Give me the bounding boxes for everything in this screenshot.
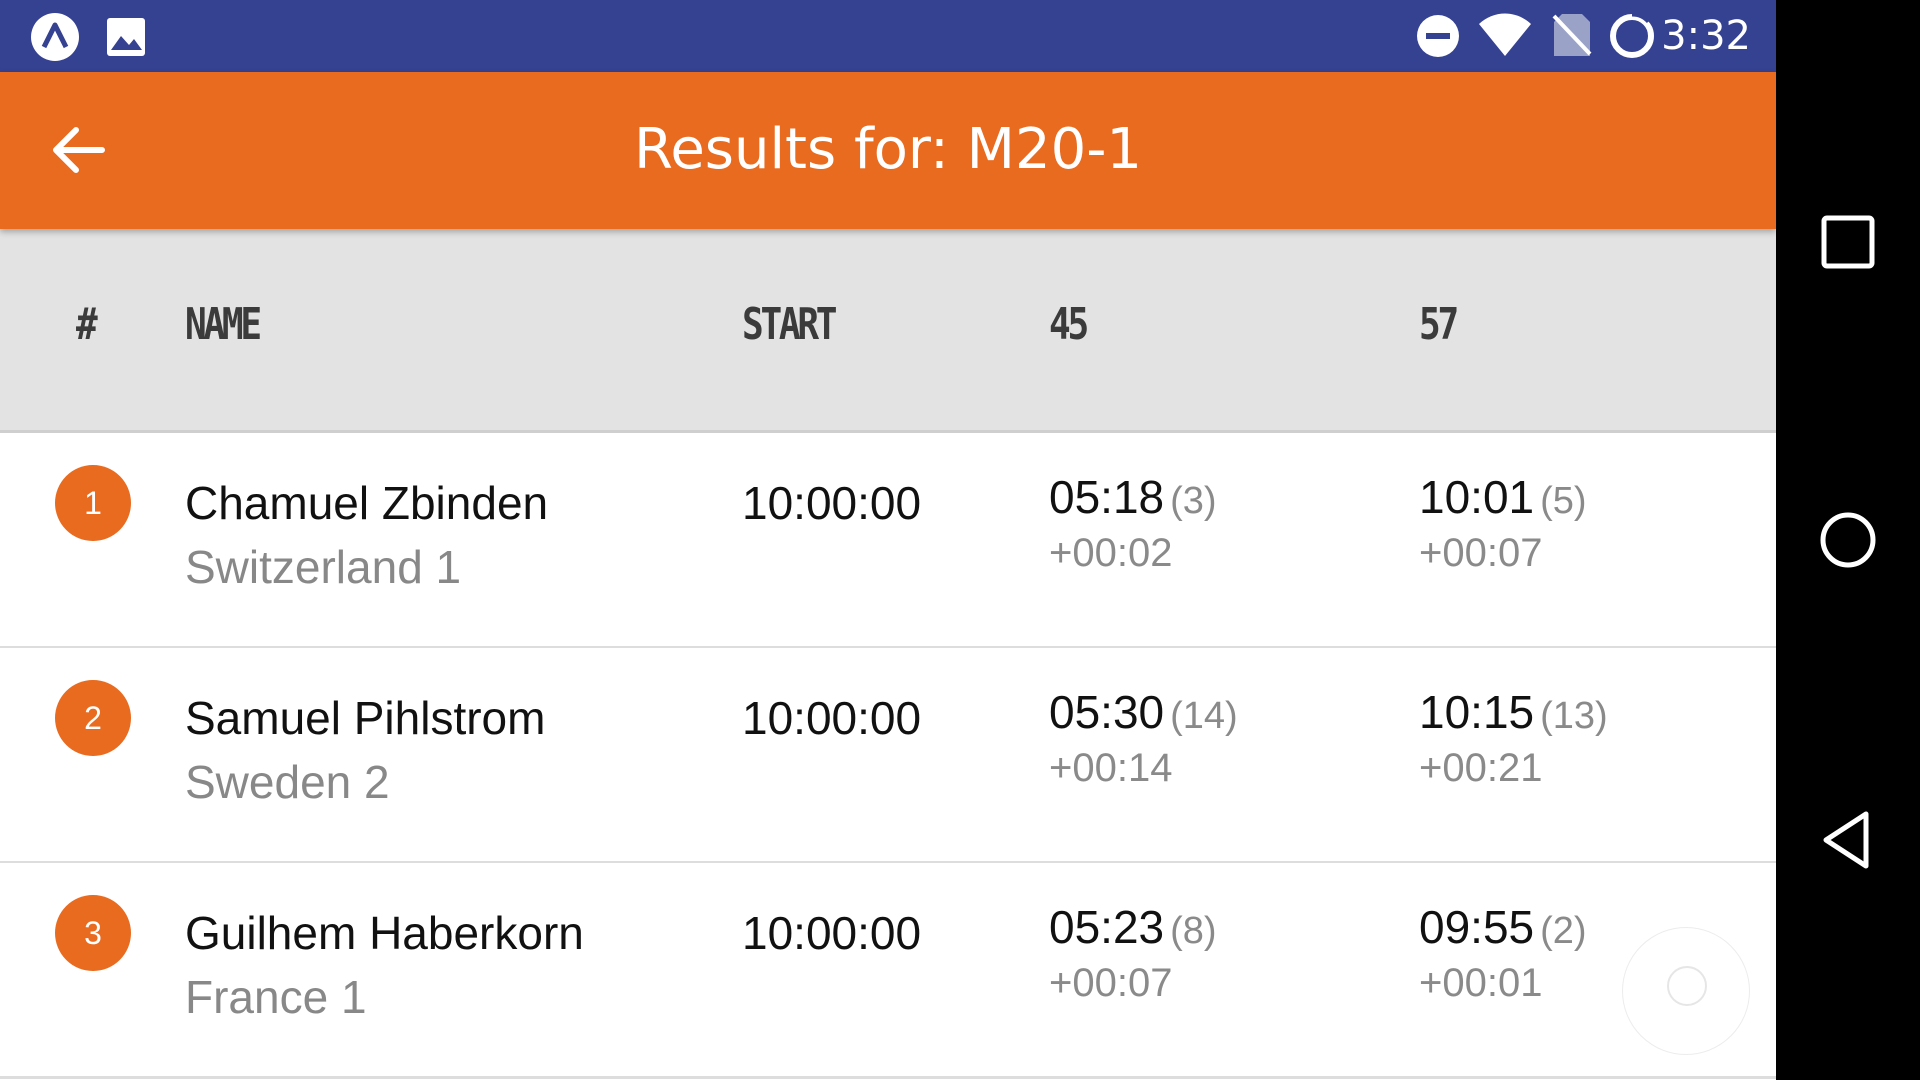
split-diff: +00:07: [1049, 961, 1173, 1005]
table-row[interactable]: 1 Chamuel Zbinden Switzerland 1 10:00:00…: [0, 433, 1776, 649]
start-time: 10:00:00: [742, 907, 922, 959]
split-position: (8): [1170, 910, 1217, 952]
split-diff: +00:14: [1049, 746, 1173, 790]
system-nav-bar: [1776, 0, 1920, 1080]
home-circle-icon: [1820, 512, 1876, 568]
header-rank: #: [76, 299, 98, 350]
split-57-cell: 10:15 (13) +00:21: [1419, 684, 1608, 790]
header-name[interactable]: NAME: [185, 295, 262, 355]
team-name: Sweden 2: [185, 756, 390, 808]
recents-button[interactable]: [1814, 208, 1882, 276]
split-45-cell: 05:23 (8) +00:07: [1049, 899, 1217, 1005]
split-diff: +00:21: [1419, 746, 1543, 790]
split-position: (13): [1540, 695, 1608, 737]
rank-badge: 1: [55, 465, 131, 541]
split-45-cell: 05:30 (14) +00:14: [1049, 684, 1238, 790]
app-bar: Results for: M20-1: [0, 72, 1776, 229]
nav-back-button[interactable]: [1814, 806, 1882, 874]
split-57-cell: 10:01 (5) +00:07: [1419, 469, 1587, 575]
split-position: (14): [1170, 695, 1238, 737]
split-time: 10:01: [1419, 471, 1535, 523]
team-name: France 1: [185, 971, 367, 1023]
split-diff: +00:01: [1419, 961, 1543, 1005]
rank-badge: 2: [55, 680, 131, 756]
back-triangle-icon: [1823, 811, 1869, 869]
split-time: 05:18: [1049, 471, 1165, 523]
split-position: (5): [1540, 480, 1587, 522]
runner-name: Samuel Pihlstrom: [185, 692, 546, 744]
recents-square-icon: [1821, 215, 1875, 269]
split-diff: +00:07: [1419, 531, 1543, 575]
wifi-icon: [1478, 12, 1532, 63]
status-bar: 3:32: [0, 0, 1776, 72]
split-time: 10:15: [1419, 686, 1535, 738]
split-time: 05:30: [1049, 686, 1165, 738]
header-start[interactable]: START: [742, 295, 838, 355]
app-notification-icon: [30, 12, 80, 67]
split-57-cell: 09:55 (2) +00:01: [1419, 899, 1587, 1005]
split-position: (3): [1170, 480, 1217, 522]
touch-indicator: [1622, 927, 1750, 1055]
battery-icon: [1608, 12, 1656, 65]
touch-indicator-dot: [1667, 966, 1707, 1006]
header-split-57[interactable]: 57: [1419, 295, 1459, 355]
do-not-disturb-icon: [1416, 14, 1460, 63]
rank-badge: 3: [55, 895, 131, 971]
start-time: 10:00:00: [742, 692, 922, 744]
no-sim-icon: [1552, 12, 1592, 63]
table-header: # NAME START 45 57: [0, 229, 1776, 433]
split-diff: +00:02: [1049, 531, 1173, 575]
home-button[interactable]: [1814, 506, 1882, 574]
table-row[interactable]: 2 Samuel Pihlstrom Sweden 2 10:00:00 05:…: [0, 648, 1776, 864]
image-notification-icon: [105, 16, 147, 63]
split-position: (2): [1540, 910, 1587, 952]
header-split-45[interactable]: 45: [1049, 295, 1089, 355]
team-name: Switzerland 1: [185, 541, 462, 593]
page-title: Results for: M20-1: [633, 117, 1143, 182]
app-screen: 3:32 Results for: M20-1 # NAME START 45 …: [0, 0, 1776, 1080]
runner-name: Guilhem Haberkorn: [185, 907, 584, 959]
split-45-cell: 05:18 (3) +00:02: [1049, 469, 1217, 575]
split-time: 05:23: [1049, 901, 1165, 953]
runner-name: Chamuel Zbinden: [185, 477, 549, 529]
split-time: 09:55: [1419, 901, 1535, 953]
start-time: 10:00:00: [742, 477, 922, 529]
status-time: 3:32: [1661, 13, 1751, 59]
table-row[interactable]: 3 Guilhem Haberkorn France 1 10:00:00 05…: [0, 863, 1776, 1079]
